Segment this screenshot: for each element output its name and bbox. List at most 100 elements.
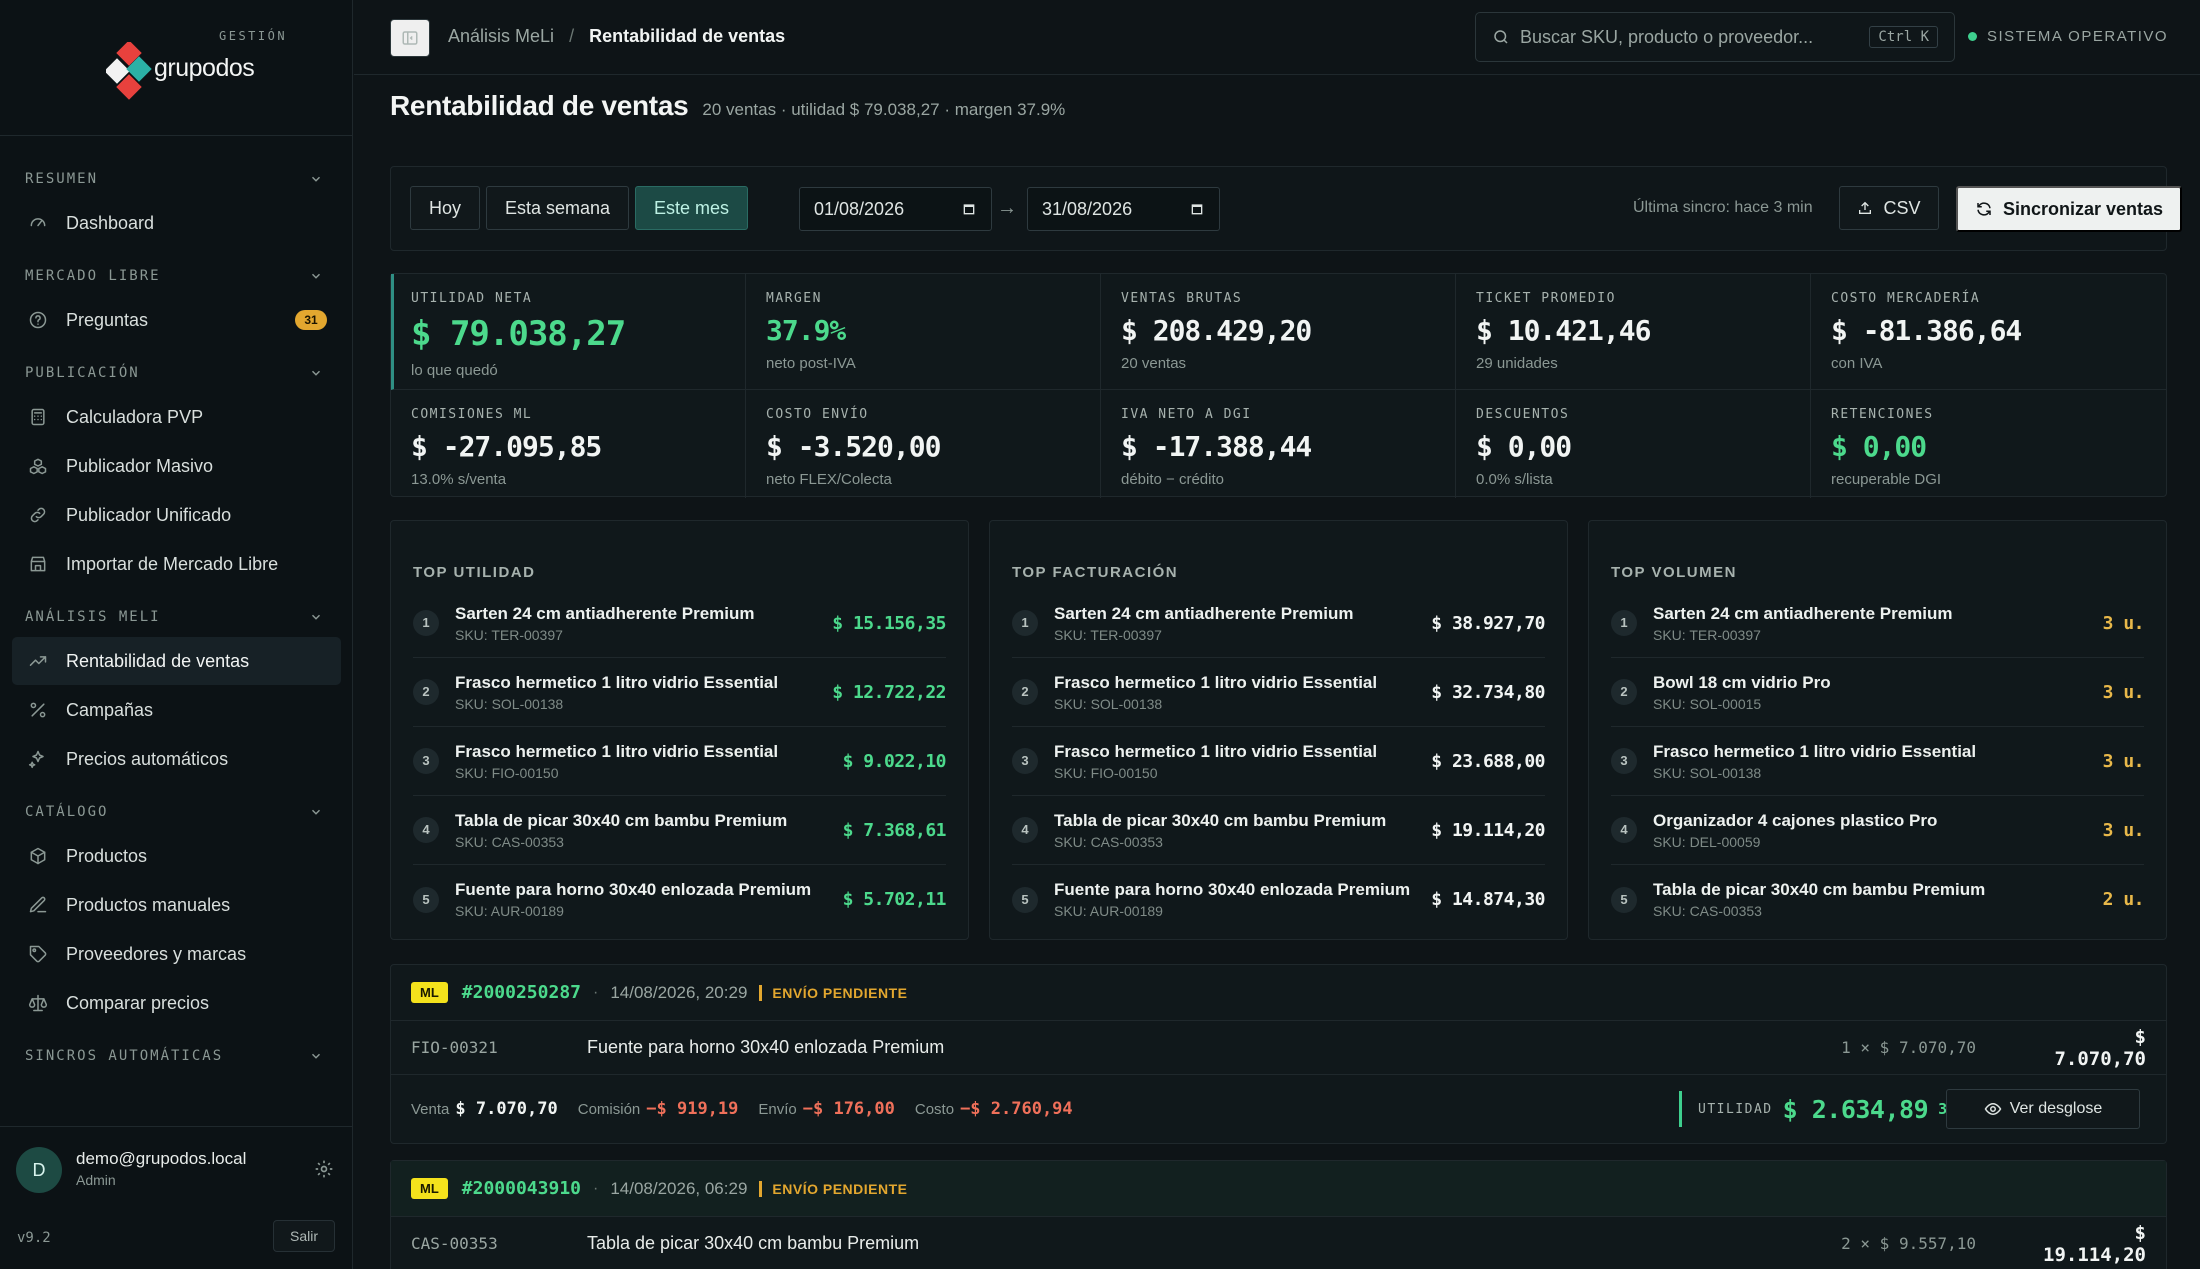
rank-number: 5 bbox=[1012, 886, 1038, 913]
kpi-sub: recuperable DGI bbox=[1831, 471, 1942, 488]
view-breakdown-label: Ver desglose bbox=[2009, 1100, 2103, 1117]
rank-number: 1 bbox=[1611, 610, 1637, 636]
sidebar-item[interactable]: Publicador Unificado bbox=[12, 491, 341, 539]
kpi-value: $ 208.429,20 bbox=[1121, 314, 1312, 347]
panel-title: TOP VOLUMEN bbox=[1611, 564, 1737, 581]
kpi-card: TICKET PROMEDIO $ 10.421,46 29 unidades bbox=[1456, 274, 1811, 390]
sidebar-item[interactable]: Publicador Masivo bbox=[12, 442, 341, 490]
topbar: Análisis MeLi / Rentabilidad de ventas C… bbox=[354, 0, 2200, 75]
list-item[interactable]: 3 Frasco hermetico 1 litro vidrio Essent… bbox=[413, 727, 947, 796]
date-to-input[interactable]: 31/08/2026 bbox=[1027, 187, 1220, 231]
order-separator: · bbox=[593, 1179, 599, 1197]
order-profit: UTILIDAD $ 2.634,89 37.3% bbox=[1679, 1091, 1983, 1127]
line-product: Tabla de picar 30x40 cm bambu Premium bbox=[587, 1233, 920, 1253]
rank-value: 3 u. bbox=[2102, 819, 2145, 841]
sidebar-item[interactable]: Productos bbox=[12, 832, 341, 880]
product-sku: SKU: SOL-00138 bbox=[1653, 764, 1762, 781]
sidebar-section-header[interactable]: SINCROS AUTOMÁTICAS bbox=[0, 1037, 353, 1075]
list-item[interactable]: 5 Tabla de picar 30x40 cm bambu Premium … bbox=[1611, 865, 2145, 934]
chevron-down-icon bbox=[311, 370, 321, 376]
search-box[interactable]: Ctrl K bbox=[1475, 12, 1955, 62]
csv-export-button[interactable]: CSV bbox=[1839, 186, 1939, 230]
kpi-card: DESCUENTOS $ 0,00 0.0% s/lista bbox=[1456, 390, 1811, 498]
gear-icon[interactable] bbox=[314, 1159, 334, 1179]
product-sku: SKU: FIO-00150 bbox=[1054, 764, 1158, 781]
list-item[interactable]: 5 Fuente para horno 30x40 enlozada Premi… bbox=[1012, 865, 1545, 934]
list-item[interactable]: 2 Frasco hermetico 1 litro vidrio Essent… bbox=[1012, 658, 1545, 727]
list-item[interactable]: 1 Sarten 24 cm antiadherente Premium SKU… bbox=[1611, 589, 2145, 658]
list-item[interactable]: 4 Tabla de picar 30x40 cm bambu Premium … bbox=[1012, 796, 1545, 865]
package-icon bbox=[26, 844, 50, 868]
rank-body: Sarten 24 cm antiadherente Premium SKU: … bbox=[1054, 604, 1419, 643]
kpi-grid: UTILIDAD NETA $ 79.038,27 lo que quedó MA… bbox=[390, 273, 2167, 498]
list-item[interactable]: 3 Frasco hermetico 1 litro vidrio Essent… bbox=[1611, 727, 2145, 796]
product-name: Tabla de picar 30x40 cm bambu Premium bbox=[455, 810, 788, 830]
list-item[interactable]: 4 Tabla de picar 30x40 cm bambu Premium … bbox=[413, 796, 947, 865]
list-item[interactable]: 5 Fuente para horno 30x40 enlozada Premi… bbox=[413, 865, 947, 934]
list-item[interactable]: 2 Bowl 18 cm vidrio Pro SKU: SOL-00015 3… bbox=[1611, 658, 2145, 727]
sidebar-toggle-button[interactable] bbox=[390, 19, 430, 57]
ranking-panel: TOP FACTURACIÓN 1 Sarten 24 cm antiadher… bbox=[989, 520, 1568, 940]
sidebar-item-label: Campañas bbox=[66, 699, 154, 720]
logout-button[interactable]: Salir bbox=[273, 1220, 335, 1252]
sidebar-section-header[interactable]: MERCADO LIBRE bbox=[0, 257, 353, 295]
rank-value: $ 5.702,11 bbox=[842, 889, 947, 910]
product-sku: SKU: SOL-00138 bbox=[1054, 695, 1163, 712]
sync-sales-label: Sincronizar ventas bbox=[2002, 198, 2164, 219]
order-id[interactable]: #2000043910 bbox=[462, 1178, 581, 1199]
range-week-button[interactable]: Esta semana bbox=[486, 186, 629, 230]
list-item[interactable]: 2 Frasco hermetico 1 litro vidrio Essent… bbox=[413, 658, 946, 727]
sidebar-item[interactable]: Campañas bbox=[12, 686, 341, 734]
range-month-button[interactable]: Este mes bbox=[635, 186, 748, 230]
date-from-input[interactable]: 01/08/2026 bbox=[799, 187, 992, 231]
sidebar-item[interactable]: Precios automáticos bbox=[12, 735, 341, 783]
search-icon bbox=[1494, 30, 1508, 44]
rank-body: Sarten 24 cm antiadherente Premium SKU: … bbox=[455, 604, 820, 643]
list-item[interactable]: 4 Organizador 4 cajones plastico Pro SKU… bbox=[1611, 796, 2145, 865]
rank-body: Sarten 24 cm antiadherente Premium SKU: … bbox=[1653, 604, 2091, 643]
percent-icon bbox=[26, 698, 50, 722]
list-item[interactable]: 3 Frasco hermetico 1 litro vidrio Essent… bbox=[1012, 727, 1545, 796]
sidebar-item[interactable]: Productos manuales bbox=[12, 881, 341, 929]
user-card[interactable]: D demo@grupodos.local Admin bbox=[0, 1126, 353, 1208]
chevron-down-icon bbox=[311, 176, 321, 182]
ranking-panel: TOP VOLUMEN 1 Sarten 24 cm antiadherente… bbox=[1588, 520, 2167, 940]
order-id[interactable]: #2000250287 bbox=[462, 982, 581, 1003]
list-item[interactable]: 1 Sarten 24 cm antiadherente Premium SKU… bbox=[413, 589, 946, 658]
rank-number: 4 bbox=[1611, 817, 1637, 843]
sidebar-item-label: Comparar precios bbox=[66, 992, 210, 1013]
sidebar-section-header[interactable]: RESUMEN bbox=[0, 160, 353, 198]
status-dot-icon bbox=[1968, 32, 1977, 41]
calendar-icon bbox=[1191, 204, 1203, 215]
sale-value: $ 7.070,70 bbox=[455, 1099, 558, 1119]
sidebar-item[interactable]: Importar de Mercado Libre bbox=[12, 540, 341, 588]
shipping-label: Envío bbox=[758, 1100, 797, 1118]
rank-body: Frasco hermetico 1 litro vidrio Essentia… bbox=[1653, 742, 2091, 781]
sidebar-section-header[interactable]: ANÁLISIS MELI bbox=[0, 598, 353, 636]
product-name: Frasco hermetico 1 litro vidrio Essentia… bbox=[1653, 741, 1977, 761]
sidebar-section-header[interactable]: PUBLICACIÓN bbox=[0, 354, 353, 392]
sidebar-item[interactable]: Comparar precios bbox=[12, 979, 341, 1027]
view-breakdown-button[interactable]: Ver desglose bbox=[1946, 1089, 2140, 1129]
product-sku: SKU: FIO-00150 bbox=[455, 764, 559, 781]
product-name: Sarten 24 cm antiadherente Premium bbox=[1054, 603, 1354, 623]
rank-number: 4 bbox=[413, 817, 439, 843]
search-input[interactable] bbox=[1520, 26, 1870, 48]
kpi-card: MARGEN 37.9% neto post-IVA bbox=[746, 274, 1101, 390]
sidebar-item[interactable]: Rentabilidad de ventas bbox=[12, 637, 341, 685]
rank-number: 2 bbox=[1611, 679, 1637, 705]
range-today-button[interactable]: Hoy bbox=[410, 186, 480, 230]
sidebar-item[interactable]: Dashboard bbox=[12, 199, 341, 247]
breadcrumb-parent[interactable]: Análisis MeLi bbox=[448, 26, 554, 46]
product-name: Fuente para horno 30x40 enlozada Premium bbox=[455, 880, 812, 899]
rank-number: 3 bbox=[413, 748, 439, 774]
kpi-label: COSTO ENVÍO bbox=[766, 407, 869, 422]
sidebar-item[interactable]: Proveedores y marcas bbox=[12, 930, 341, 978]
kpi-sub: con IVA bbox=[1831, 355, 1883, 372]
sidebar-item[interactable]: Calculadora PVP bbox=[12, 393, 341, 441]
list-item[interactable]: 1 Sarten 24 cm antiadherente Premium SKU… bbox=[1012, 589, 1545, 658]
sidebar-section-header[interactable]: CATÁLOGO bbox=[0, 793, 353, 831]
sync-sales-button[interactable]: Sincronizar ventas bbox=[1956, 186, 2182, 232]
edit-icon bbox=[26, 893, 50, 917]
sidebar-item[interactable]: Preguntas 31 bbox=[12, 296, 341, 344]
